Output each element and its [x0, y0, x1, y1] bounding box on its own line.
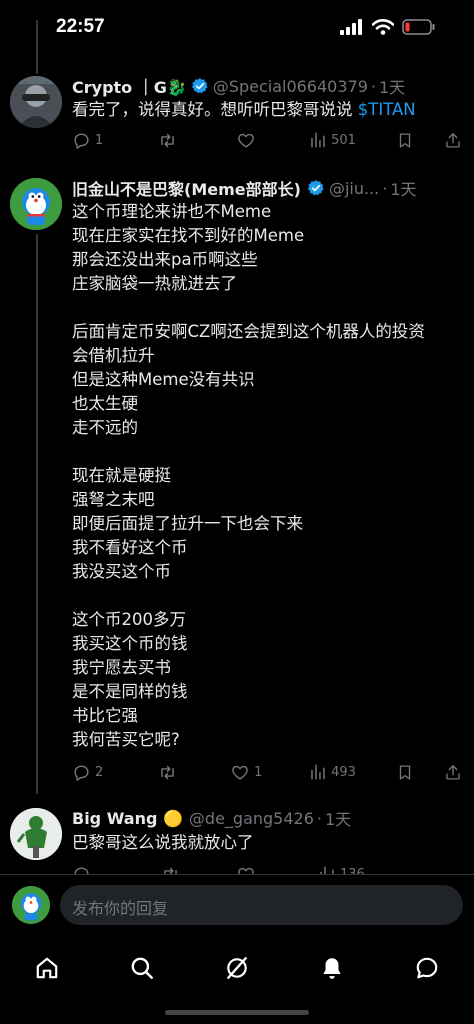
like-button[interactable]: [236, 865, 318, 874]
avatar[interactable]: [10, 808, 62, 860]
avatar[interactable]: [10, 178, 62, 230]
retweet-button[interactable]: [157, 763, 230, 782]
reply-count: 1: [95, 132, 104, 148]
handle[interactable]: @de_gang5426: [189, 809, 314, 828]
nav-search[interactable]: [120, 946, 164, 990]
timestamp[interactable]: 1天: [379, 74, 405, 98]
verified-badge-icon: [307, 180, 324, 196]
reply-button[interactable]: 1: [72, 131, 157, 150]
views-button[interactable]: 493: [309, 763, 396, 781]
grok-icon: [227, 957, 247, 979]
like-button[interactable]: 1: [230, 763, 309, 782]
separator-dot: ·: [382, 178, 388, 198]
tweet-text: 看完了，说得真好。想听听巴黎哥说说 $TITAN: [72, 98, 462, 122]
display-name[interactable]: Big Wang 🟡: [72, 809, 183, 828]
retweet-icon: [161, 133, 174, 147]
home-icon: [36, 957, 58, 979]
reply-composer: 发布你的回复: [0, 874, 474, 936]
battery-icon: [402, 19, 435, 35]
bookmark-button[interactable]: [396, 763, 444, 782]
reply-icon: [74, 764, 89, 781]
views-icon: [320, 866, 334, 874]
reply-count: 2: [95, 764, 104, 780]
bookmark-icon: [399, 132, 411, 148]
nav-grok[interactable]: [215, 946, 259, 990]
views-icon: [311, 764, 325, 780]
tweet-header: 旧金山不是巴黎(Meme部部长) @jiu... · 1天: [72, 176, 460, 200]
avatar[interactable]: [10, 76, 62, 128]
handle[interactable]: @Special06640379: [213, 77, 368, 96]
tweet[interactable]: 旧金山不是巴黎(Meme部部长) @jiu... · 1天 这个币理论来讲也不M…: [0, 170, 474, 790]
timestamp[interactable]: 1天: [325, 806, 351, 830]
avatar-image: [10, 808, 62, 860]
reply-input[interactable]: 发布你的回复: [60, 885, 463, 925]
tweet[interactable]: Crypto ｜G🐉 @Special06640379 · 1天 看完了，说得真…: [0, 70, 474, 162]
reply-button[interactable]: [72, 865, 160, 874]
nav-notifications[interactable]: [310, 946, 354, 990]
tweet[interactable]: Big Wang 🟡 @de_gang5426 · 1天 巴黎哥这么说我就放心了…: [0, 800, 474, 874]
separator-dot: ·: [316, 808, 322, 828]
cellular-signal-icon: [340, 19, 362, 35]
retweet-button[interactable]: [160, 865, 236, 874]
tweet-text: 这个币理论来讲也不Meme 现在庄家实在找不到好的Meme 那会还没出来pa币啊…: [72, 202, 425, 749]
retweet-icon: [161, 765, 174, 779]
status-icons: [340, 19, 436, 35]
heart-icon: [238, 867, 254, 874]
retweet-icon: [164, 867, 177, 874]
tweet-header: Crypto ｜G🐉 @Special06640379 · 1天: [72, 74, 460, 98]
cashtag-link[interactable]: $TITAN: [358, 100, 416, 119]
views-count: 493: [331, 764, 356, 780]
nav-messages[interactable]: [405, 946, 449, 990]
views-count: 501: [331, 132, 356, 148]
home-indicator: [165, 1010, 309, 1015]
my-avatar[interactable]: [12, 886, 50, 924]
share-icon: [446, 132, 460, 148]
heart-icon: [238, 133, 254, 148]
action-row: 136: [72, 862, 462, 874]
action-row: 2 1 493: [72, 760, 462, 784]
verified-badge-icon: [191, 78, 208, 94]
views-count: 136: [340, 866, 365, 875]
search-icon: [131, 957, 153, 979]
views-button[interactable]: 136: [318, 865, 408, 874]
retweet-button[interactable]: [157, 131, 236, 150]
reply-button[interactable]: 2: [72, 763, 157, 782]
avatar-image: [10, 76, 62, 128]
reply-icon: [74, 132, 89, 149]
avatar-image: [12, 886, 50, 924]
notifications-icon: [323, 958, 341, 979]
bookmark-button[interactable]: [396, 131, 444, 150]
status-time: 22:57: [56, 16, 105, 37]
action-row: 1 501: [72, 128, 462, 152]
separator-dot: ·: [370, 76, 376, 96]
thread-line: [36, 20, 38, 74]
handle[interactable]: @jiu...: [329, 179, 379, 198]
reply-icon: [74, 866, 89, 874]
share-icon: [446, 764, 460, 780]
views-icon: [311, 132, 325, 148]
nav-home[interactable]: [25, 946, 69, 990]
messages-icon: [416, 957, 438, 979]
tweet-header: Big Wang 🟡 @de_gang5426 · 1天: [72, 806, 460, 830]
display-name[interactable]: Crypto ｜G🐉: [72, 74, 187, 98]
timestamp[interactable]: 1天: [390, 176, 416, 200]
like-button[interactable]: [236, 131, 309, 150]
share-button[interactable]: [444, 131, 462, 150]
wifi-icon: [372, 19, 394, 35]
display-name[interactable]: 旧金山不是巴黎(Meme部部长): [72, 176, 301, 200]
bookmark-icon: [399, 764, 411, 780]
share-button[interactable]: [444, 763, 462, 782]
avatar-image: [10, 178, 62, 230]
views-button[interactable]: 501: [309, 131, 396, 149]
status-bar: 22:57: [0, 0, 474, 58]
tweet-text-content: 看完了，说得真好。想听听巴黎哥说说: [72, 100, 358, 119]
tweet-text: 巴黎哥这么说我就放心了: [72, 833, 254, 852]
heart-icon: [232, 765, 248, 780]
like-count: 1: [254, 764, 263, 780]
